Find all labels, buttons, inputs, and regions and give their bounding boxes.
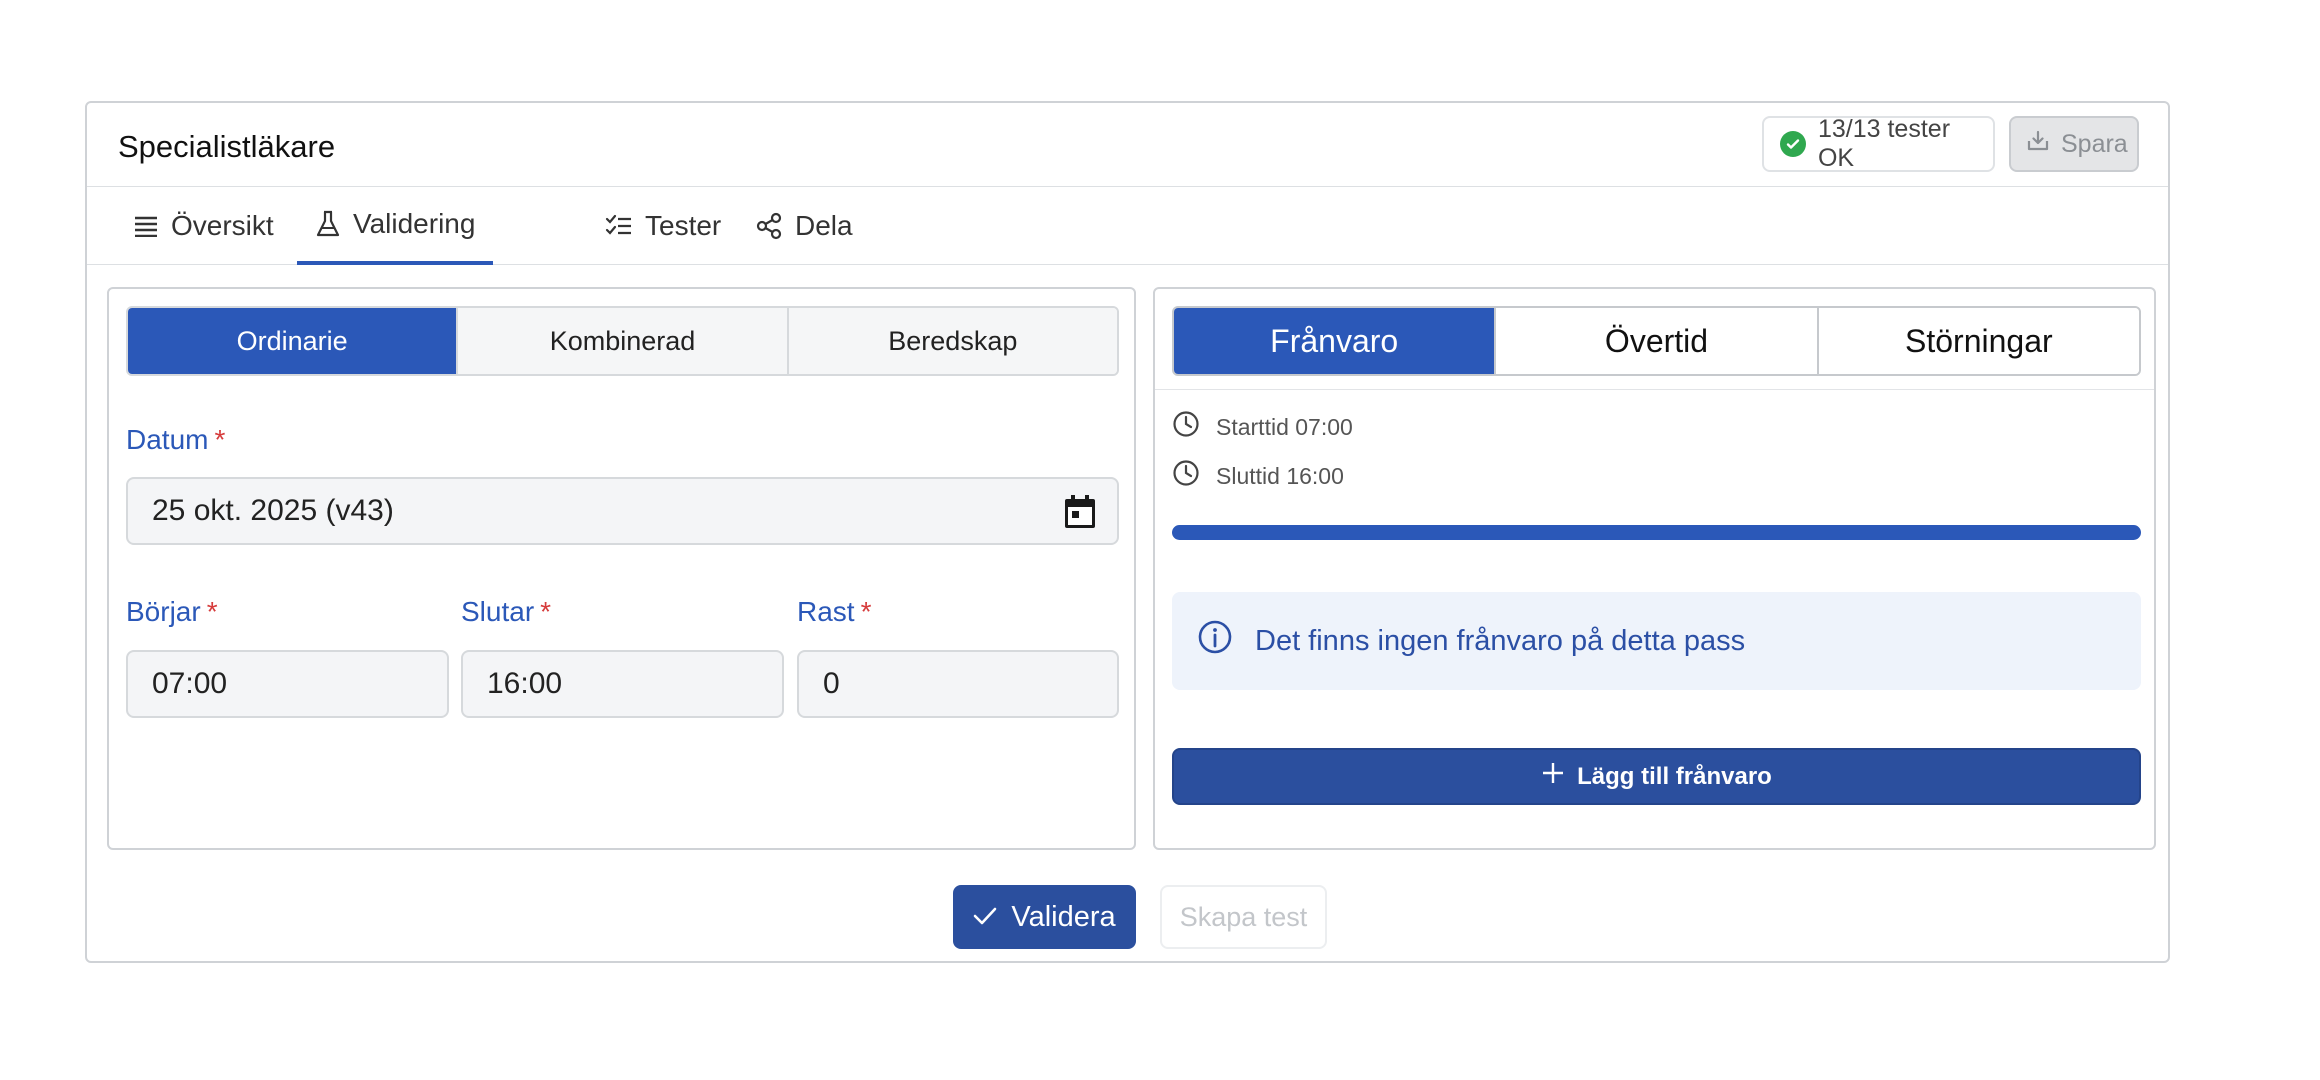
tab-label: Dela — [795, 210, 853, 241]
end-time-value: 16:00 — [487, 667, 563, 700]
end-time-input[interactable]: 16:00 — [461, 650, 784, 718]
save-icon — [2025, 128, 2051, 161]
status-badge-label: 13/13 tester OK — [1817, 115, 1951, 172]
divider — [1155, 389, 2154, 390]
save-button[interactable]: Spara — [2009, 116, 2139, 172]
tab-oversikt[interactable]: Översikt — [115, 187, 292, 265]
end-time-text: Sluttid 16:00 — [1216, 462, 1344, 489]
share-icon — [755, 212, 783, 240]
add-absence-button[interactable]: Lägg till frånvaro — [1172, 748, 2141, 805]
date-value: 25 okt. 2025 (v43) — [152, 494, 394, 527]
required-mark: * — [860, 596, 872, 627]
segment-kombinerad[interactable]: Kombinerad — [458, 308, 789, 374]
break-value: 0 — [823, 667, 840, 700]
create-test-button[interactable]: Skapa test — [1160, 885, 1327, 949]
plus-icon — [1541, 761, 1565, 792]
absence-panel: Frånvaro Övertid Störningar Starttid 07:… — [1153, 287, 2156, 850]
create-test-label: Skapa test — [1179, 901, 1308, 932]
info-icon — [1197, 619, 1233, 663]
start-time-text: Starttid 07:00 — [1216, 413, 1353, 440]
date-label: Datum * — [126, 424, 225, 456]
shift-form-panel: Ordinarie Kombinerad Beredskap Datum * 25… — [107, 287, 1136, 850]
tab-tester[interactable]: Tester — [587, 187, 739, 265]
segment-franvaro[interactable]: Frånvaro — [1174, 308, 1497, 374]
tab-validering[interactable]: Validering — [297, 187, 494, 265]
break-label-text: Rast — [797, 596, 855, 627]
segment-ordinarie[interactable]: Ordinarie — [128, 308, 459, 374]
page-title: Specialistläkare — [118, 129, 336, 164]
check-icon — [973, 901, 997, 934]
validate-label: Validera — [1011, 900, 1116, 933]
tab-label: Tester — [645, 210, 722, 241]
tests-status-badge[interactable]: 13/13 tester OK — [1762, 115, 1995, 172]
shift-type-selector: Ordinarie Kombinerad Beredskap — [126, 306, 1119, 376]
info-message: Det finns ingen frånvaro på detta pass — [1255, 624, 1746, 657]
date-label-text: Datum — [126, 424, 209, 455]
break-label: Rast * — [797, 596, 871, 628]
break-input[interactable]: 0 — [797, 650, 1119, 718]
clock-icon — [1172, 459, 1200, 493]
add-absence-label: Lägg till frånvaro — [1577, 762, 1772, 790]
tab-label: Översikt — [171, 210, 274, 241]
end-label-text: Slutar — [461, 596, 535, 627]
validation-card: Specialistläkare 13/13 tester OK Spara Ö… — [85, 101, 2170, 963]
deviation-type-selector: Frånvaro Övertid Störningar — [1172, 306, 2141, 376]
check-circle-icon — [1780, 131, 1806, 157]
start-label-text: Börjar — [126, 596, 201, 627]
date-field[interactable]: 25 okt. 2025 (v43) — [126, 477, 1119, 545]
shift-progress-bar — [1172, 525, 2141, 540]
save-button-label: Spara — [2061, 129, 2128, 158]
info-alert: Det finns ingen frånvaro på detta pass — [1172, 592, 2141, 690]
segment-storningar[interactable]: Störningar — [1818, 308, 2139, 374]
card-header: Specialistläkare 13/13 tester OK Spara — [87, 103, 2168, 187]
calendar-icon[interactable] — [1063, 494, 1097, 538]
start-label: Börjar * — [126, 596, 218, 628]
validate-button[interactable]: Validera — [953, 885, 1136, 949]
tab-label: Validering — [353, 208, 476, 239]
start-time-value: 07:00 — [152, 667, 228, 700]
segment-overtid[interactable]: Övertid — [1496, 308, 1819, 374]
start-time-input[interactable]: 07:00 — [126, 650, 449, 718]
required-mark: * — [540, 596, 552, 627]
tab-dela[interactable]: Dela — [737, 187, 871, 265]
end-time-row: Sluttid 16:00 — [1172, 459, 1344, 493]
required-mark: * — [214, 424, 226, 455]
checklist-icon — [605, 214, 633, 238]
start-time-row: Starttid 07:00 — [1172, 410, 1353, 444]
flask-icon — [315, 210, 341, 238]
segment-beredskap[interactable]: Beredskap — [788, 308, 1117, 374]
required-mark: * — [206, 596, 218, 627]
tab-bar: Översikt Validering Tester Dela — [87, 187, 2168, 265]
end-label: Slutar * — [461, 596, 551, 628]
list-icon — [133, 215, 159, 237]
clock-icon — [1172, 410, 1200, 444]
